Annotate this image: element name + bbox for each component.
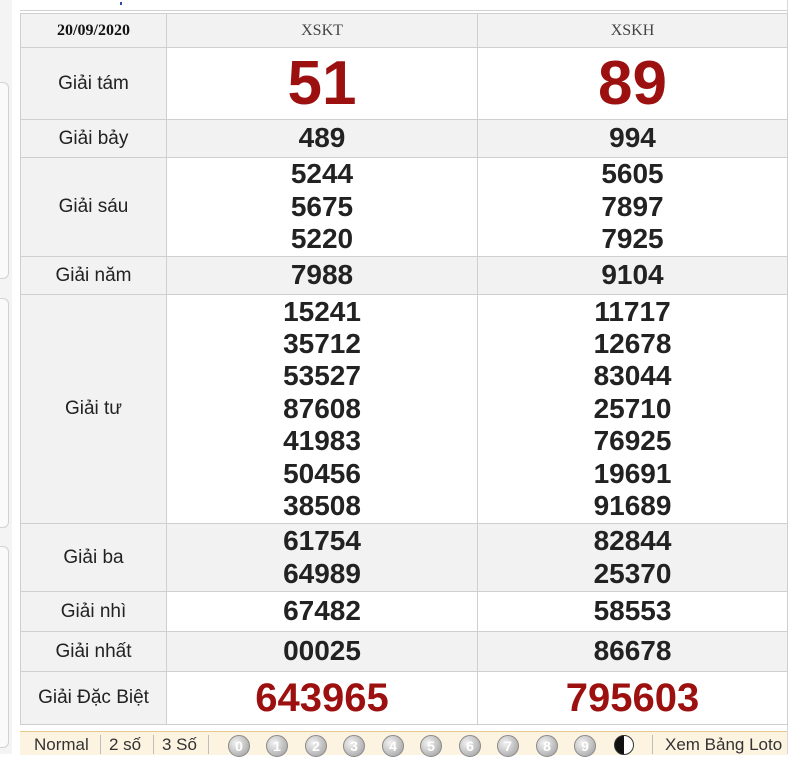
prize-row-giai-sau: Giải sáu 5244 5675 5220 5605 7897 7925 [20, 157, 788, 257]
result-number: 89 [598, 48, 667, 118]
draw-date: 20/09/2020 [20, 13, 167, 48]
prize-row-giai-tu: Giải tư 15241 35712 53527 87608 41983 50… [20, 294, 788, 524]
result-number: 82844 [593, 525, 672, 557]
result-number: 67482 [283, 595, 361, 627]
prize-label: Giải ba [20, 523, 167, 592]
result-number: 7897 [601, 190, 664, 222]
prize-row-giai-nhat: Giải nhất 00025 86678 [20, 631, 788, 672]
result-number: 12678 [593, 327, 672, 359]
prize-label: Giải sáu [20, 157, 167, 257]
xskt-giai-bay: 489 [166, 119, 478, 158]
xskt-giai-dac-biet: 643965 [166, 671, 478, 725]
prize-row-giai-dac-biet: Giải Đặc Biệt 643965 795603 [20, 671, 788, 725]
two-digit-mode-button[interactable]: 2 số [109, 735, 141, 755]
result-number: 5605 [601, 158, 664, 190]
result-number: 00025 [283, 635, 361, 667]
result-number: 58553 [593, 595, 672, 627]
result-number: 50456 [283, 457, 361, 489]
normal-mode-button[interactable]: Normal [34, 735, 89, 755]
result-number: 41983 [283, 425, 361, 457]
result-number: 61754 [283, 525, 361, 557]
result-number: 64989 [283, 557, 361, 589]
xskt-giai-nhat: 00025 [166, 631, 478, 672]
left-panel-edge [0, 546, 9, 748]
xskt-giai-tu: 15241 35712 53527 87608 41983 50456 3850… [166, 294, 478, 524]
separator [100, 735, 101, 754]
prize-row-giai-nhi: Giải nhì 67482 58553 [20, 591, 788, 632]
result-number: 994 [609, 122, 656, 154]
separator [652, 735, 653, 754]
result-number: 11717 [594, 295, 671, 327]
result-number: 86678 [593, 635, 672, 667]
prize-row-giai-nam: Giải năm 7988 9104 [20, 256, 788, 295]
result-number: 38508 [283, 490, 361, 522]
xskh-giai-tu: 11717 12678 83044 25710 76925 19691 9168… [477, 294, 788, 524]
result-number: 5675 [290, 190, 354, 222]
prize-row-giai-bay: Giải bảy 489 994 [20, 119, 788, 158]
province-xskh[interactable]: XSKH [477, 13, 788, 48]
result-number: 19691 [593, 457, 672, 489]
result-number: 87608 [283, 392, 361, 424]
xskh-giai-tam: 89 [477, 47, 788, 120]
xskt-giai-tam: 51 [166, 47, 478, 120]
prize-row-giai-tam: Giải tám 51 89 [20, 47, 788, 120]
xskh-giai-nhi: 58553 [477, 591, 788, 632]
result-number: 51 [287, 48, 357, 118]
xskt-giai-nam: 7988 [166, 256, 478, 295]
prize-label: Giải Đặc Biệt [20, 671, 167, 725]
separator [208, 735, 209, 754]
prize-label: Giải tám [20, 47, 167, 120]
result-number: 15241 [283, 295, 361, 327]
result-number: 7988 [290, 259, 354, 291]
result-number: 643965 [255, 676, 389, 720]
prize-row-giai-ba: Giải ba 61754 64989 82844 25370 [20, 523, 788, 592]
result-number: 9104 [601, 259, 664, 291]
prize-label: Giải nhì [20, 591, 167, 632]
result-number: 5220 [290, 223, 354, 255]
result-number: 795603 [565, 676, 700, 720]
result-number: 5244 [290, 158, 354, 190]
xskh-giai-sau: 5605 7897 7925 [477, 157, 788, 257]
left-panel-edge [0, 298, 9, 528]
result-number: 35712 [283, 327, 361, 359]
prize-label: Giải tư [20, 294, 167, 524]
top-link-fragment [120, 2, 122, 5]
prize-label: Giải nhất [20, 631, 167, 672]
province-xskt[interactable]: XSKT [166, 13, 478, 48]
three-digit-mode-button[interactable]: 3 Số [162, 735, 197, 755]
view-loto-table-link[interactable]: Xem Bảng Loto [665, 735, 782, 755]
left-panel-edge [0, 82, 9, 279]
prize-label: Giải năm [20, 256, 167, 295]
xskh-giai-bay: 994 [477, 119, 788, 158]
result-number: 91689 [593, 490, 672, 522]
result-number: 489 [298, 122, 346, 154]
xskt-giai-ba: 61754 64989 [166, 523, 478, 592]
display-mode-bar: Normal 2 số 3 Số 0 1 2 3 4 5 6 7 8 9 Xem… [20, 731, 787, 757]
result-number: 83044 [593, 360, 672, 392]
lottery-results-table: 20/09/2020 XSKT XSKH Giải tám 51 89 Giải… [20, 13, 788, 725]
xskh-giai-nam: 9104 [477, 256, 788, 295]
result-number: 25370 [593, 557, 672, 589]
xskt-giai-sau: 5244 5675 5220 [166, 157, 478, 257]
result-number: 76925 [593, 425, 672, 457]
prize-label: Giải bảy [20, 119, 167, 158]
xskt-giai-nhi: 67482 [166, 591, 478, 632]
result-number: 7925 [601, 223, 664, 255]
header-row: 20/09/2020 XSKT XSKH [20, 13, 788, 48]
separator [153, 735, 154, 754]
xskh-giai-nhat: 86678 [477, 631, 788, 672]
yin-yang-icon[interactable] [614, 735, 634, 755]
result-number: 25710 [593, 392, 672, 424]
top-divider [20, 10, 787, 11]
xskh-giai-ba: 82844 25370 [477, 523, 788, 592]
result-number: 53527 [283, 360, 361, 392]
xskh-giai-dac-biet: 795603 [477, 671, 788, 725]
